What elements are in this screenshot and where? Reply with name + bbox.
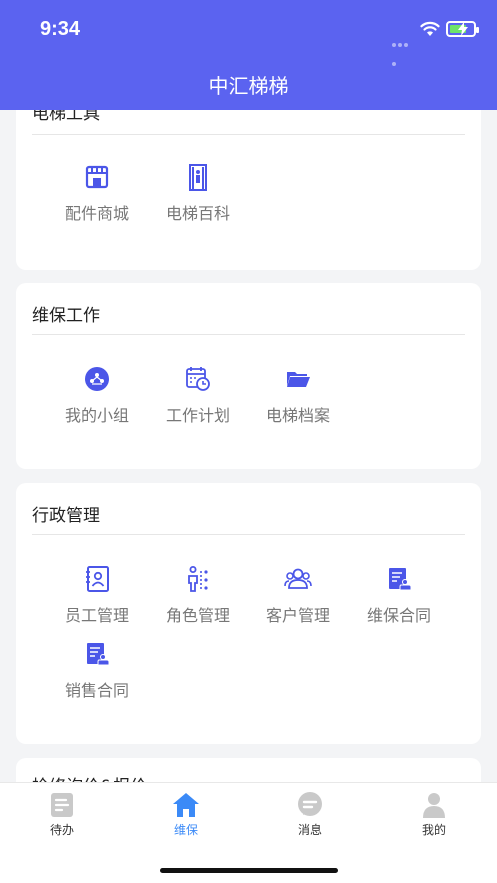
battery-icon xyxy=(446,21,479,37)
role-icon xyxy=(188,566,208,592)
item-sales-contract[interactable]: 销售合同 xyxy=(47,640,147,701)
divider xyxy=(32,134,465,135)
customers-icon xyxy=(284,568,312,589)
section-inspection-quote: 检修询价&报价 xyxy=(16,758,481,782)
folder-icon xyxy=(287,372,310,387)
item-elevator-wiki[interactable]: 电梯百科 xyxy=(148,163,248,224)
divider xyxy=(32,334,465,335)
page-title: 中汇梯梯 xyxy=(208,74,289,98)
signal-icon xyxy=(392,32,414,66)
main-content[interactable]: 电梯工具 配件商城 电梯百科 维保工作 我的小组 工作计划 电梯档案 行政管理 … xyxy=(0,110,497,782)
employee-card-icon xyxy=(86,566,109,592)
item-role-management[interactable]: 角色管理 xyxy=(148,565,248,626)
item-my-group[interactable]: 我的小组 xyxy=(47,365,147,426)
item-parts-mall[interactable]: 配件商城 xyxy=(47,163,147,224)
message-icon xyxy=(298,792,322,816)
tab-mine[interactable]: 我的 xyxy=(372,791,496,838)
item-work-plan[interactable]: 工作计划 xyxy=(148,365,248,426)
tab-maintenance[interactable]: 维保 xyxy=(124,791,248,838)
contract-icon xyxy=(389,568,412,591)
item-employee-management[interactable]: 员工管理 xyxy=(47,565,147,626)
tab-messages[interactable]: 消息 xyxy=(248,791,372,838)
tab-todo[interactable]: 待办 xyxy=(0,791,124,838)
group-icon xyxy=(85,367,109,391)
store-icon xyxy=(85,165,109,189)
person-icon xyxy=(423,793,445,818)
section-elevator-tools: 电梯工具 配件商城 电梯百科 xyxy=(16,110,481,270)
item-customer-management[interactable]: 客户管理 xyxy=(248,565,348,626)
todo-icon xyxy=(51,793,73,817)
section-title: 电梯工具 xyxy=(32,110,100,124)
divider xyxy=(32,534,465,535)
section-title: 行政管理 xyxy=(32,506,100,526)
home-indicator xyxy=(160,868,338,873)
section-title: 维保工作 xyxy=(32,306,100,326)
contract-icon xyxy=(87,643,110,666)
section-title: 检修询价&报价 xyxy=(32,772,147,782)
app-header: 9:34 中汇梯梯 xyxy=(0,0,497,110)
item-elevator-archive[interactable]: 电梯档案 xyxy=(248,365,348,426)
wifi-icon xyxy=(420,21,440,36)
elevator-icon xyxy=(189,164,207,191)
section-administration: 行政管理 员工管理 角色管理 客户管理 维保合同 销售合同 xyxy=(16,483,481,744)
section-maintenance-work: 维保工作 我的小组 工作计划 电梯档案 xyxy=(16,283,481,469)
home-icon xyxy=(173,793,199,817)
item-maintenance-contract[interactable]: 维保合同 xyxy=(349,565,449,626)
status-time: 9:34 xyxy=(40,18,81,40)
calendar-clock-icon xyxy=(186,367,210,391)
